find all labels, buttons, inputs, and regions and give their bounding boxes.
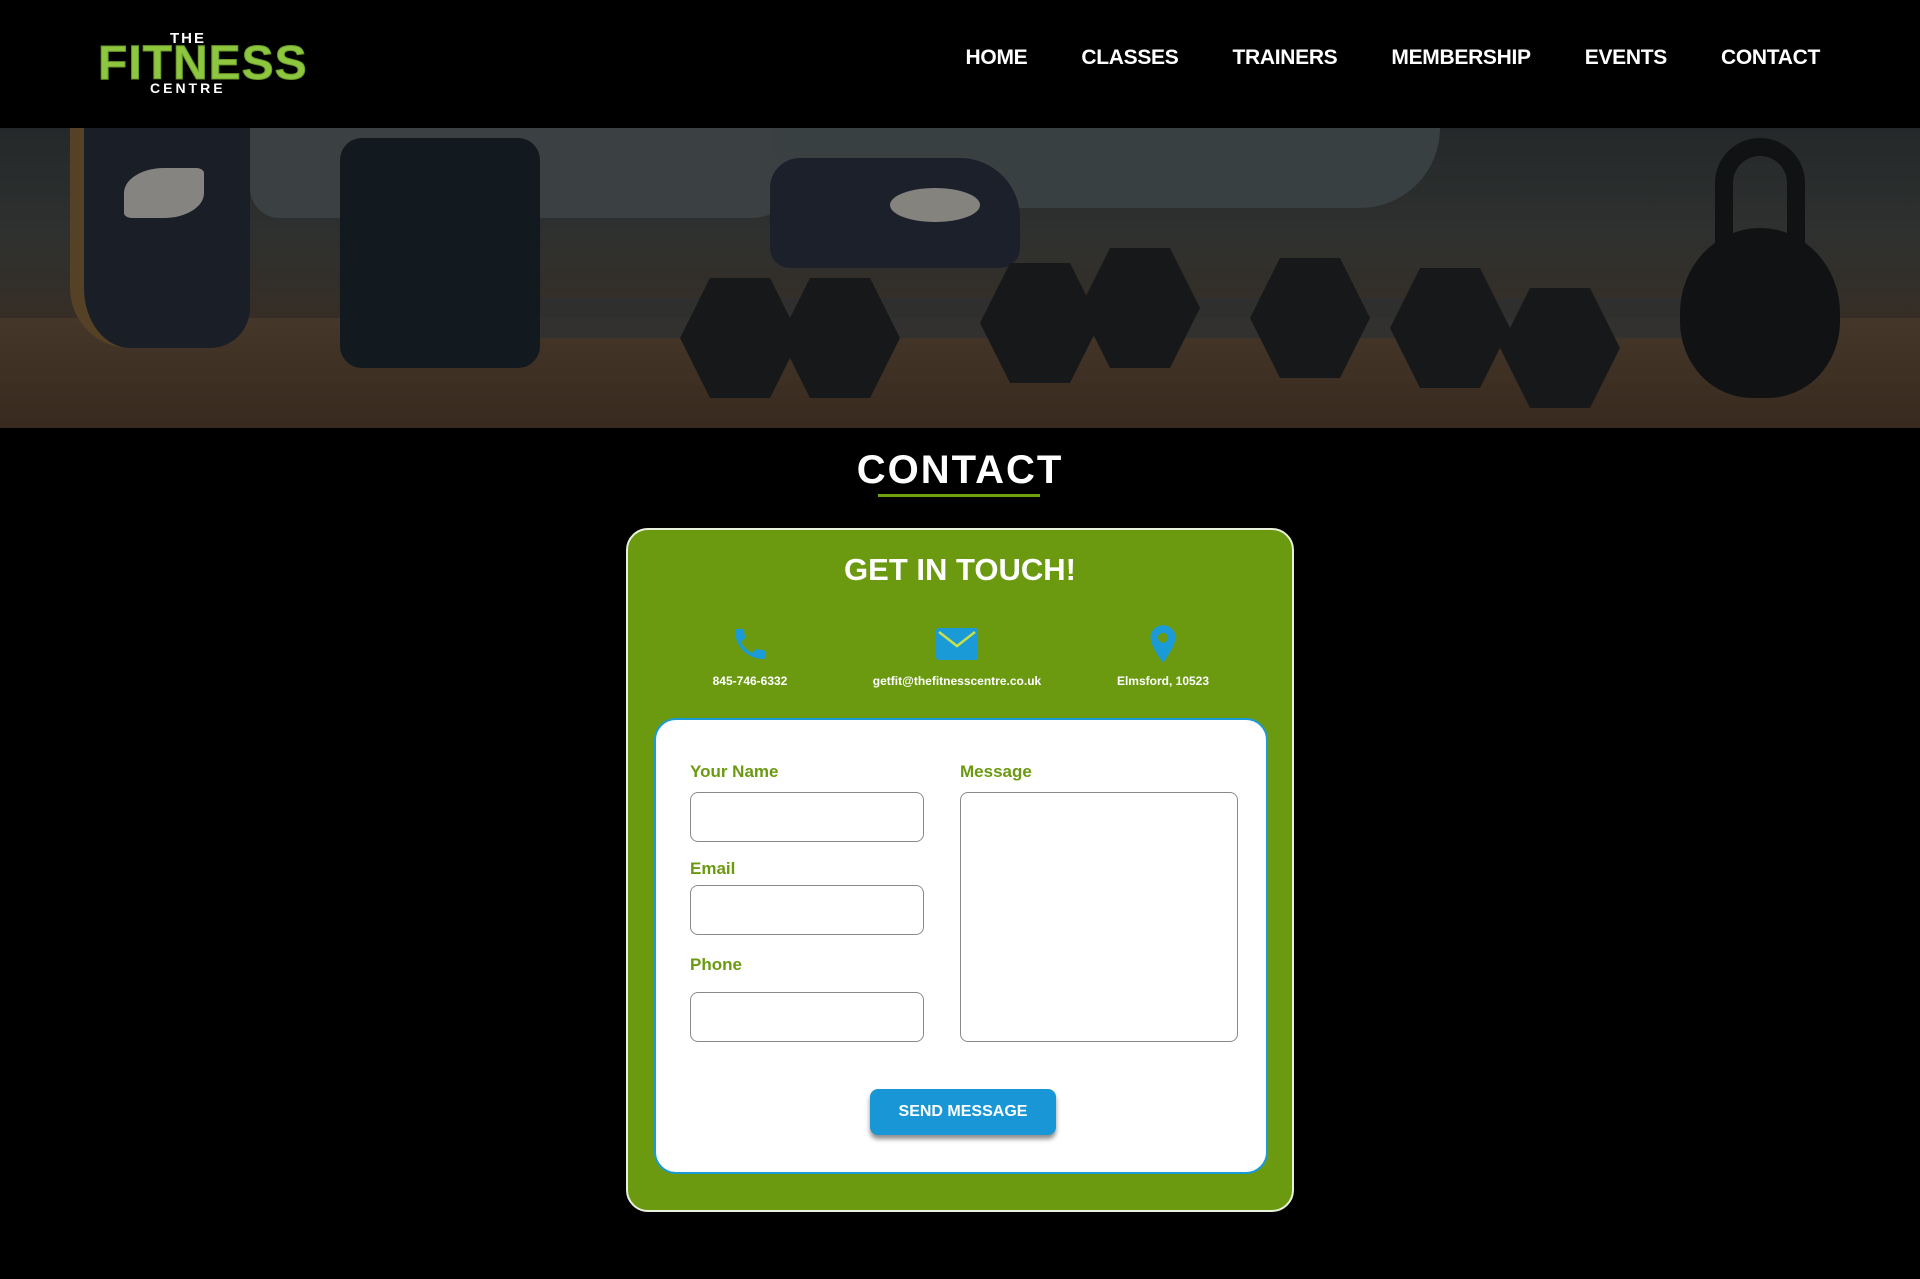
- contact-phone[interactable]: 845-746-6332: [640, 624, 860, 688]
- nav-events[interactable]: EVENTS: [1585, 46, 1668, 70]
- hero-banner-image: [0, 128, 1920, 428]
- contact-card: GET IN TOUCH! 845-746-6332 getfit@thefit…: [626, 528, 1294, 1212]
- contact-location-text: Elmsford, 10523: [1116, 674, 1210, 688]
- nav-trainers[interactable]: TRAINERS: [1232, 46, 1337, 70]
- send-message-button[interactable]: SEND MESSAGE: [870, 1089, 1056, 1135]
- phone-label: Phone: [690, 955, 742, 974]
- nav-membership[interactable]: MEMBERSHIP: [1391, 46, 1531, 70]
- message-label: Message: [960, 762, 1032, 781]
- hero-overlay: [0, 128, 1920, 428]
- contact-form: Your Name Email Phone Message SEND MESSA…: [654, 718, 1268, 1174]
- contact-email[interactable]: getfit@thefitnesscentre.co.uk: [847, 624, 1067, 688]
- site-header: THE FITNESS CENTRE HOME CLASSES TRAINERS…: [0, 0, 1920, 128]
- title-underline: [878, 494, 1040, 497]
- contact-phone-text: 845-746-6332: [712, 674, 788, 688]
- phone-input[interactable]: [690, 992, 924, 1042]
- nav-home[interactable]: HOME: [966, 46, 1028, 70]
- name-input[interactable]: [690, 792, 924, 842]
- phone-icon: [735, 629, 765, 659]
- envelope-icon: [936, 628, 978, 660]
- message-textarea[interactable]: [960, 792, 1238, 1042]
- page-title: CONTACT: [856, 448, 1064, 492]
- nav-contact[interactable]: CONTACT: [1721, 46, 1820, 70]
- contact-email-text: getfit@thefitnesscentre.co.uk: [872, 674, 1042, 688]
- contact-location[interactable]: Elmsford, 10523: [1053, 624, 1273, 688]
- main-nav: HOME CLASSES TRAINERS MEMBERSHIP EVENTS …: [912, 46, 1821, 70]
- email-label: Email: [690, 859, 736, 878]
- logo-text-centre: CENTRE: [150, 80, 226, 96]
- email-input[interactable]: [690, 885, 924, 935]
- name-label: Your Name: [690, 762, 779, 781]
- card-title: GET IN TOUCH!: [844, 552, 1076, 587]
- nav-classes[interactable]: CLASSES: [1081, 46, 1178, 70]
- map-pin-icon: [1150, 625, 1176, 663]
- site-logo[interactable]: THE FITNESS CENTRE: [98, 30, 308, 96]
